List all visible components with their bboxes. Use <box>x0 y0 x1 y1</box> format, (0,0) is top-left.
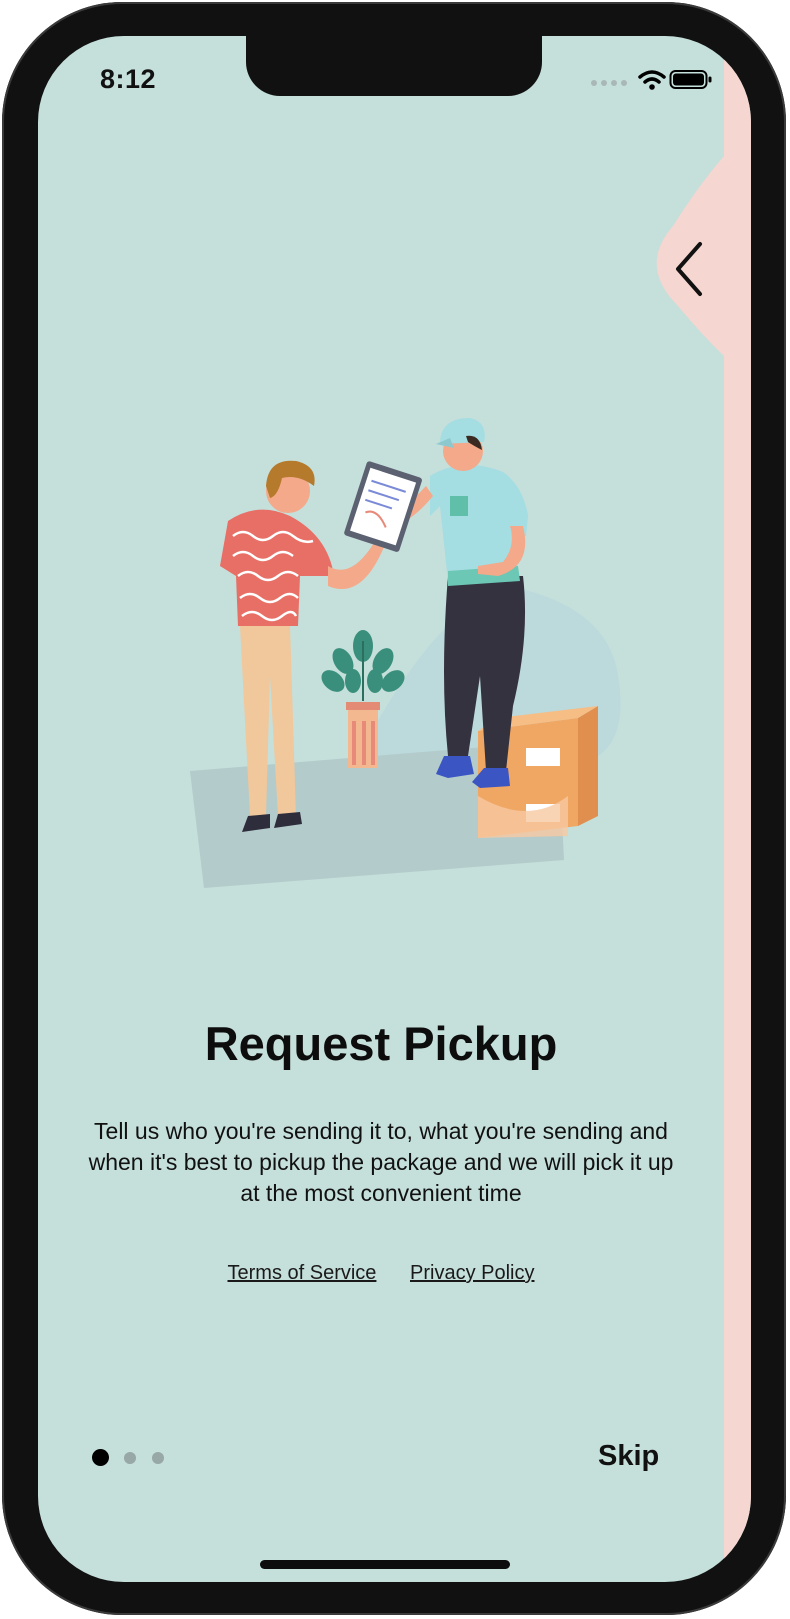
page-dot-1-active[interactable] <box>92 1449 109 1466</box>
battery-icon <box>669 70 712 89</box>
cellular-dots-icon <box>591 80 627 86</box>
onboarding-title: Request Pickup <box>204 1017 558 1070</box>
page-indicator[interactable] <box>92 1448 182 1468</box>
wifi-icon <box>638 70 666 90</box>
chevron-left-icon[interactable] <box>670 236 720 306</box>
status-icons <box>591 70 712 90</box>
home-indicator[interactable] <box>260 1560 510 1569</box>
skip-button[interactable]: Skip <box>598 1440 659 1473</box>
device-notch <box>246 36 542 96</box>
onboarding-description: Tell us who you're sending it to, what y… <box>88 1118 674 1206</box>
privacy-policy-link[interactable]: Privacy Policy <box>410 1262 534 1284</box>
phone-device: 8:12 Request Pickup Tell us who you're s… <box>0 0 790 1619</box>
legal-links: Terms of Service Privacy Policy <box>38 1262 724 1285</box>
terms-of-service-link[interactable]: Terms of Service <box>228 1262 377 1284</box>
onboarding-screen: 8:12 Request Pickup Tell us who you're s… <box>38 36 751 1582</box>
courier-pickup-illustration <box>190 418 621 888</box>
page-dot-3[interactable] <box>152 1452 164 1464</box>
status-time: 8:12 <box>100 64 157 94</box>
page-dot-2[interactable] <box>124 1452 136 1464</box>
